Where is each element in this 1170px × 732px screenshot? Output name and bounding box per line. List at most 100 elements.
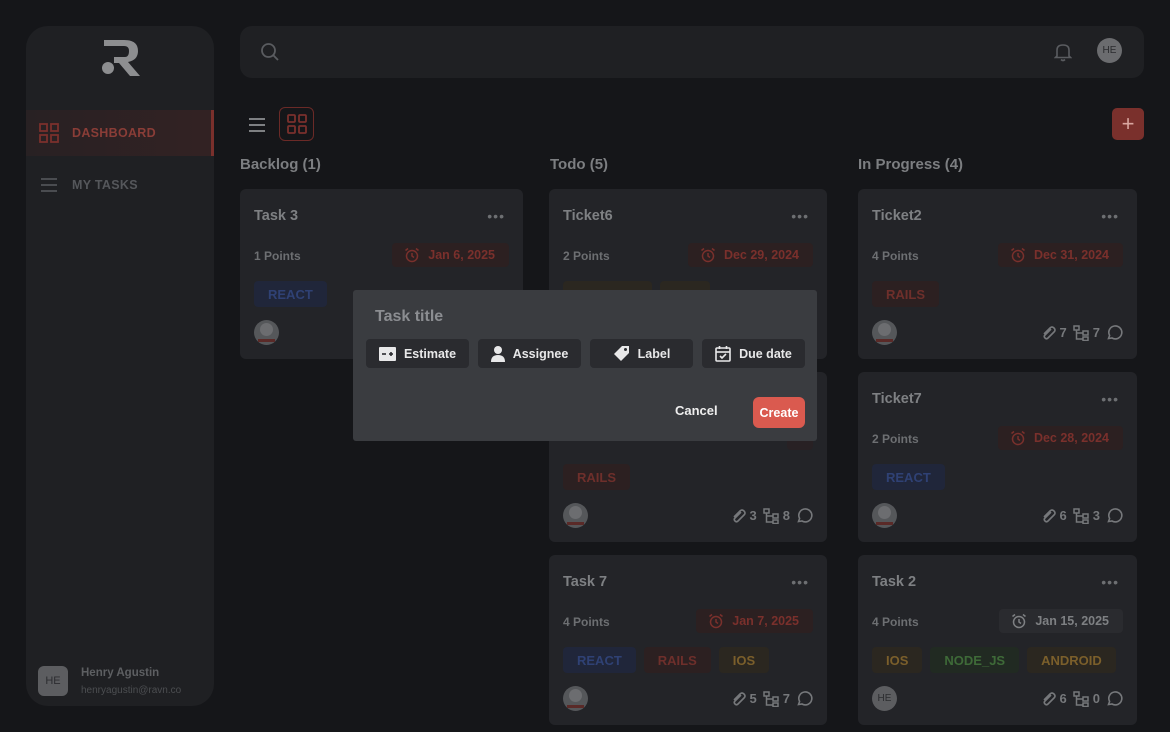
more-options-icon[interactable]: •••	[1101, 391, 1119, 407]
due-date: Dec 31, 2024	[1033, 248, 1109, 262]
card-title: Task 3	[254, 208, 299, 224]
card-points: 1 Points	[254, 249, 301, 263]
estimate-icon	[378, 346, 396, 361]
card-points: 2 Points	[872, 432, 919, 446]
card-points: 4 Points	[872, 615, 919, 629]
card-title: Task 2	[872, 574, 917, 590]
subtask-count: 7	[782, 691, 790, 706]
user-profile[interactable]: HE Henry Agustin henryagustin@ravn.co	[38, 666, 181, 696]
calendar-icon	[715, 346, 731, 362]
more-options-icon[interactable]: •••	[1101, 574, 1119, 590]
tag: RAILS	[872, 281, 939, 307]
card-stats: 3 8	[730, 507, 813, 524]
card-stats: 5 7	[730, 690, 813, 707]
column-title-backlog: Backlog (1)	[240, 156, 321, 173]
column-title-todo: Todo (5)	[550, 156, 609, 173]
nav-my-tasks[interactable]: MY TASKS	[26, 162, 214, 208]
card-stats: 6 3	[1040, 507, 1123, 524]
paperclip-icon	[1042, 325, 1056, 340]
grid-icon	[38, 122, 60, 144]
due-date-badge: Jan 15, 2025	[999, 609, 1123, 633]
bell-icon[interactable]	[1053, 42, 1073, 67]
nav-dashboard[interactable]: DASHBOARD	[26, 110, 214, 156]
user-email: henryagustin@ravn.co	[81, 684, 182, 696]
paperclip-icon	[1042, 691, 1056, 706]
attachment-count: 5	[749, 691, 757, 706]
subtask-count: 3	[1092, 508, 1100, 523]
avatar	[563, 503, 588, 528]
due-date: Dec 29, 2024	[723, 248, 799, 262]
user-name: Henry Agustin	[81, 666, 160, 679]
top-bar: HE	[240, 26, 1144, 78]
estimate-button[interactable]: Estimate	[366, 339, 469, 368]
comment-icon	[1107, 691, 1123, 706]
avatar	[563, 686, 588, 711]
avatar	[254, 320, 279, 345]
alarm-clock-icon	[1012, 613, 1027, 629]
due-date-label: Due date	[739, 346, 792, 361]
tag-list: IOS NODE_JS ANDROID	[872, 647, 1116, 673]
tag: REACT	[563, 647, 636, 673]
tag-list: RAILS	[563, 464, 630, 490]
create-task-modal: Estimate Assignee Label Due date Cancel …	[353, 290, 817, 441]
comment-icon	[1107, 508, 1123, 523]
attachment-count: 6	[1059, 508, 1067, 523]
attachment-count: 3	[749, 508, 757, 523]
grid-view-button[interactable]	[279, 107, 314, 141]
subtask-count: 0	[1092, 691, 1100, 706]
label-button[interactable]: Label	[590, 339, 693, 368]
task-title-input[interactable]	[375, 308, 675, 326]
person-icon	[490, 345, 505, 362]
card-stats: 6 0	[1040, 690, 1123, 707]
attachment-count: 7	[1059, 325, 1067, 340]
card-stats: 7 7	[1040, 324, 1123, 341]
avatar: HE	[872, 686, 897, 711]
search-icon[interactable]	[260, 42, 280, 67]
create-button[interactable]: Create	[753, 397, 805, 428]
plus-icon: +	[1121, 111, 1135, 136]
paperclip-icon	[1042, 508, 1056, 523]
assignee-button[interactable]: Assignee	[478, 339, 581, 368]
subtask-tree-icon	[1073, 690, 1089, 707]
card-points: 4 Points	[563, 615, 610, 629]
task-card[interactable]: Task 2 ••• 4 Points Jan 15, 2025 IOS NOD…	[858, 555, 1137, 725]
comment-icon	[797, 508, 813, 523]
tag: REACT	[254, 281, 327, 307]
due-date-badge: Dec 28, 2024	[997, 426, 1123, 450]
comment-icon	[1107, 325, 1123, 340]
task-card[interactable]: Ticket2 ••• 4 Points Dec 31, 2024 RAILS …	[858, 189, 1137, 359]
tag: RAILS	[563, 464, 630, 490]
tag: IOS	[718, 647, 770, 673]
task-card[interactable]: Ticket7 ••• 2 Points Dec 28, 2024 REACT …	[858, 372, 1137, 542]
alarm-clock-icon	[700, 247, 715, 263]
due-date: Jan 15, 2025	[1035, 614, 1109, 628]
alarm-clock-icon	[709, 613, 724, 629]
alarm-clock-icon	[405, 247, 420, 263]
avatar	[872, 320, 897, 345]
task-options: Estimate Assignee Label Due date	[366, 339, 805, 368]
avatar	[872, 503, 897, 528]
more-options-icon[interactable]: •••	[1101, 208, 1119, 224]
subtask-count: 8	[782, 508, 790, 523]
due-date: Dec 28, 2024	[1033, 431, 1109, 445]
due-date-badge: Dec 29, 2024	[687, 243, 813, 267]
cancel-button[interactable]: Cancel	[675, 403, 718, 418]
add-task-button[interactable]: +	[1112, 108, 1144, 140]
avatar[interactable]: HE	[1097, 38, 1122, 63]
comment-icon	[797, 691, 813, 706]
tag-list: REACT RAILS IOS	[563, 647, 770, 673]
more-options-icon[interactable]: •••	[791, 208, 809, 224]
attachment-count: 6	[1059, 691, 1067, 706]
subtask-tree-icon	[1073, 324, 1089, 341]
list-view-button[interactable]	[244, 112, 270, 138]
more-options-icon[interactable]: •••	[487, 208, 505, 224]
list-icon	[38, 174, 60, 196]
paperclip-icon	[732, 691, 746, 706]
due-date: Jan 6, 2025	[428, 248, 495, 262]
due-date-button[interactable]: Due date	[702, 339, 805, 368]
due-date-badge: Dec 31, 2024	[997, 243, 1123, 267]
task-card[interactable]: Task 7 ••• 4 Points Jan 7, 2025 REACT RA…	[549, 555, 827, 725]
tag-list: RAILS	[872, 281, 939, 307]
more-options-icon[interactable]: •••	[791, 574, 809, 590]
nav-dashboard-label: DASHBOARD	[72, 126, 156, 140]
